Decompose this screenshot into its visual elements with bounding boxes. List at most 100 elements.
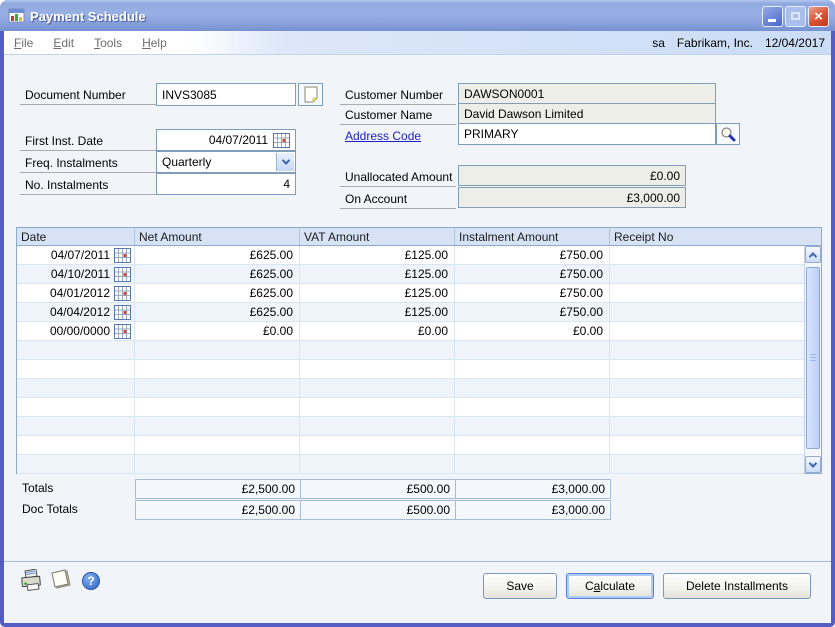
scrollbar-thumb[interactable] bbox=[806, 267, 820, 449]
receipt-no-cell[interactable] bbox=[610, 398, 804, 416]
calendar-icon[interactable] bbox=[114, 324, 131, 339]
instalment-amount-cell[interactable]: £750.00 bbox=[455, 303, 610, 321]
calendar-icon[interactable] bbox=[114, 248, 131, 263]
freq-instalments-dropdown[interactable]: Quarterly bbox=[156, 151, 296, 173]
address-code-field[interactable]: PRIMARY bbox=[458, 123, 716, 145]
table-row[interactable] bbox=[17, 417, 804, 436]
date-cell[interactable] bbox=[17, 398, 135, 416]
receipt-no-cell[interactable] bbox=[610, 360, 804, 378]
date-value[interactable]: 04/07/2011 bbox=[51, 248, 110, 262]
instalment-amount-cell[interactable] bbox=[455, 398, 610, 416]
address-code-link[interactable]: Address Code bbox=[340, 127, 456, 146]
net-amount-cell[interactable]: £625.00 bbox=[135, 284, 300, 302]
table-row[interactable]: 04/04/2012 £625.00 £125.00 £750.00 bbox=[17, 303, 804, 322]
net-amount-cell[interactable] bbox=[135, 360, 300, 378]
date-cell[interactable] bbox=[17, 341, 135, 359]
vat-amount-cell[interactable] bbox=[300, 360, 455, 378]
vat-amount-cell[interactable] bbox=[300, 455, 455, 473]
date-cell[interactable] bbox=[17, 379, 135, 397]
help-button[interactable]: ? bbox=[78, 569, 104, 593]
net-amount-cell[interactable] bbox=[135, 398, 300, 416]
receipt-no-cell[interactable] bbox=[610, 322, 804, 340]
instalment-amount-cell[interactable] bbox=[455, 417, 610, 435]
receipt-no-cell[interactable] bbox=[610, 341, 804, 359]
close-button[interactable]: × bbox=[808, 6, 829, 27]
first-inst-date-field[interactable]: 04/07/2011 bbox=[156, 129, 296, 151]
receipt-no-cell[interactable] bbox=[610, 303, 804, 321]
menu-tools[interactable]: Tools bbox=[84, 33, 132, 53]
instalment-amount-cell[interactable]: £750.00 bbox=[455, 246, 610, 264]
note-tool-button[interactable] bbox=[48, 568, 74, 592]
table-row[interactable] bbox=[17, 436, 804, 455]
instalment-amount-cell[interactable] bbox=[455, 436, 610, 454]
vat-amount-cell[interactable] bbox=[300, 417, 455, 435]
chevron-down-icon[interactable] bbox=[276, 153, 294, 171]
date-value[interactable]: 04/01/2012 bbox=[50, 286, 110, 300]
vat-amount-cell[interactable] bbox=[300, 341, 455, 359]
receipt-no-cell[interactable] bbox=[610, 455, 804, 473]
date-cell[interactable] bbox=[17, 455, 135, 473]
instalment-amount-cell[interactable] bbox=[455, 379, 610, 397]
address-lookup-button[interactable] bbox=[716, 123, 740, 145]
table-row[interactable] bbox=[17, 379, 804, 398]
net-amount-cell[interactable]: £625.00 bbox=[135, 303, 300, 321]
no-instalments-field[interactable]: 4 bbox=[156, 173, 296, 195]
instalment-amount-cell[interactable]: £750.00 bbox=[455, 265, 610, 283]
calendar-icon[interactable] bbox=[114, 305, 131, 320]
table-row[interactable] bbox=[17, 360, 804, 379]
date-cell[interactable] bbox=[17, 417, 135, 435]
net-amount-cell[interactable] bbox=[135, 341, 300, 359]
calendar-icon[interactable] bbox=[273, 133, 290, 148]
table-row[interactable]: 00/00/0000 £0.00 £0.00 £0.00 bbox=[17, 322, 804, 341]
calculate-button[interactable]: Calculate bbox=[566, 573, 654, 599]
menu-edit[interactable]: Edit bbox=[43, 33, 84, 53]
minimize-button[interactable] bbox=[762, 6, 783, 27]
date-value[interactable]: 04/10/2011 bbox=[51, 267, 110, 281]
menu-help[interactable]: Help bbox=[132, 33, 177, 53]
receipt-no-cell[interactable] bbox=[610, 379, 804, 397]
instalment-amount-cell[interactable] bbox=[455, 360, 610, 378]
calendar-icon[interactable] bbox=[114, 286, 131, 301]
vat-amount-cell[interactable]: £125.00 bbox=[300, 303, 455, 321]
net-amount-cell[interactable]: £625.00 bbox=[135, 246, 300, 264]
delete-installments-button[interactable]: Delete Installments bbox=[663, 573, 811, 599]
table-row[interactable] bbox=[17, 341, 804, 360]
table-row[interactable]: 04/01/2012 £625.00 £125.00 £750.00 bbox=[17, 284, 804, 303]
scroll-up-button[interactable] bbox=[805, 246, 821, 263]
vat-amount-cell[interactable]: £125.00 bbox=[300, 284, 455, 302]
date-value[interactable]: 00/00/0000 bbox=[50, 324, 110, 338]
scroll-down-button[interactable] bbox=[805, 456, 821, 473]
menu-file[interactable]: File bbox=[4, 33, 43, 53]
table-row[interactable] bbox=[17, 398, 804, 417]
vat-amount-cell[interactable] bbox=[300, 379, 455, 397]
document-number-field[interactable]: INVS3085 bbox=[156, 83, 296, 106]
vat-amount-cell[interactable]: £0.00 bbox=[300, 322, 455, 340]
instalment-amount-cell[interactable] bbox=[455, 455, 610, 473]
table-row[interactable]: 04/10/2011 £625.00 £125.00 £750.00 bbox=[17, 265, 804, 284]
vat-amount-cell[interactable]: £125.00 bbox=[300, 246, 455, 264]
date-value[interactable]: 04/04/2012 bbox=[50, 305, 110, 319]
net-amount-cell[interactable] bbox=[135, 379, 300, 397]
net-amount-cell[interactable]: £625.00 bbox=[135, 265, 300, 283]
calendar-icon[interactable] bbox=[114, 267, 131, 282]
net-amount-cell[interactable]: £0.00 bbox=[135, 322, 300, 340]
vertical-scrollbar[interactable] bbox=[804, 246, 821, 473]
title-bar[interactable]: Payment Schedule × bbox=[0, 0, 835, 31]
print-button[interactable] bbox=[18, 568, 44, 592]
vat-amount-cell[interactable] bbox=[300, 398, 455, 416]
table-row[interactable] bbox=[17, 455, 804, 474]
receipt-no-cell[interactable] bbox=[610, 436, 804, 454]
date-cell[interactable] bbox=[17, 360, 135, 378]
net-amount-cell[interactable] bbox=[135, 417, 300, 435]
table-row[interactable]: 04/07/2011 £625.00 £125.00 £750.00 bbox=[17, 246, 804, 265]
date-cell[interactable] bbox=[17, 436, 135, 454]
save-button[interactable]: Save bbox=[483, 573, 557, 599]
instalment-amount-cell[interactable] bbox=[455, 341, 610, 359]
maximize-button[interactable] bbox=[785, 6, 806, 27]
vat-amount-cell[interactable] bbox=[300, 436, 455, 454]
vat-amount-cell[interactable]: £125.00 bbox=[300, 265, 455, 283]
net-amount-cell[interactable] bbox=[135, 455, 300, 473]
net-amount-cell[interactable] bbox=[135, 436, 300, 454]
receipt-no-cell[interactable] bbox=[610, 246, 804, 264]
receipt-no-cell[interactable] bbox=[610, 265, 804, 283]
